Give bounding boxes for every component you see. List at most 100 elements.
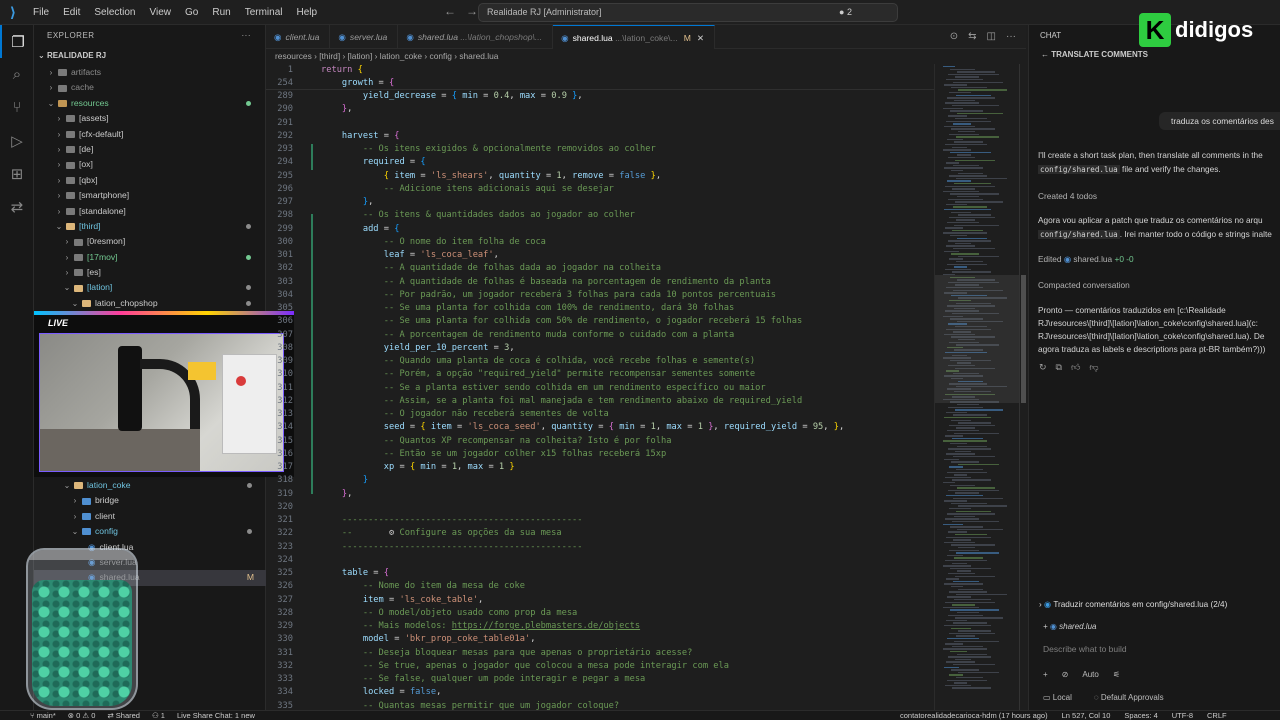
approvals-button[interactable]: ◌ Default Approvals xyxy=(1094,693,1164,702)
tree-item[interactable]: › artifacts xyxy=(34,65,265,80)
minimap[interactable] xyxy=(934,64,1026,710)
code-line[interactable]: -- Os itens & quantidades dados ao jogad… xyxy=(321,210,635,220)
close-icon[interactable]: ✕ xyxy=(697,33,704,43)
tree-item[interactable]: ⌄ lation_coke xyxy=(34,478,266,493)
menu-file[interactable]: File xyxy=(26,0,56,25)
menu-edit[interactable]: Edit xyxy=(56,0,87,25)
notification-badge[interactable]: ● 2 xyxy=(839,4,852,21)
tree-item[interactable]: ⌄ lation_chopshop xyxy=(34,296,265,311)
code-line[interactable]: xp = { min = 1, max = 1 } xyxy=(321,462,515,472)
tree-item[interactable]: › [standalone] xyxy=(34,204,265,219)
code-line[interactable]: { item = 'ls_shears', quantity = 1, remo… xyxy=(321,171,661,181)
code-line[interactable]: -- Quando uma planta de coca é colhida, … xyxy=(321,356,755,366)
forward-arrow-icon[interactable]: → xyxy=(466,4,478,18)
menu-selection[interactable]: Selection xyxy=(87,0,142,25)
code-line[interactable]: -- O nome do item folha de coca xyxy=(321,237,546,247)
tree-item[interactable]: › bridge xyxy=(34,493,266,508)
code-line[interactable]: }, xyxy=(321,489,352,499)
tree-item[interactable]: › [ox] xyxy=(34,157,265,172)
code-line[interactable]: yield_per_10_percent = 3, xyxy=(321,343,515,353)
code-line[interactable]: -- Quantos XP recompensar na colheita? I… xyxy=(321,436,672,446)
copy-icon[interactable]: ⧉ xyxy=(1056,362,1062,373)
todos-created[interactable]: Created 4 todos xyxy=(1038,190,1280,204)
more-icon[interactable]: ··· xyxy=(1006,25,1016,48)
edited-file-row[interactable]: Edited ◉ shared.lua +0 -0 xyxy=(1038,253,1280,267)
tree-item[interactable]: ⌄ [lation] xyxy=(34,280,265,295)
code-line[interactable]: add = { xyxy=(321,224,400,234)
code-line[interactable]: -- Então se um jogador colher x15 folhas… xyxy=(321,449,666,459)
menu-run[interactable]: Run xyxy=(205,0,237,25)
encoding[interactable]: UTF-8 xyxy=(1172,711,1193,720)
thumbs-up-icon[interactable]: 👍︎ xyxy=(1071,362,1080,373)
code-line[interactable]: table = { xyxy=(321,568,389,578)
code-line[interactable]: -- A porcentagem de rendimento muda conf… xyxy=(321,330,734,340)
remote-explorer-icon[interactable]: ⇄ xyxy=(0,190,34,223)
tree-item[interactable]: › [assets] xyxy=(34,111,265,126)
vertical-scrollbar[interactable] xyxy=(1019,64,1026,710)
code-line[interactable]: locked = false, xyxy=(321,687,441,697)
tree-item[interactable]: › [qbx] xyxy=(34,173,265,188)
code-line[interactable]: model = 'bkr_prop_coke_table01a', xyxy=(321,634,536,644)
code-line[interactable]: -- Mais modelos: https://forge.plebmaste… xyxy=(321,621,640,631)
tree-item[interactable]: › [cfx-default] xyxy=(34,127,265,142)
code-line[interactable]: -- ⚙ Configure as opções da sua mesa xyxy=(321,528,562,538)
command-center-search[interactable]: Realidade RJ [Administrator] ● 2 xyxy=(478,3,898,22)
code-line[interactable]: -- Deseja bloquear mesas para que apenas… xyxy=(321,648,693,658)
extensions-icon[interactable]: ⊞ xyxy=(0,157,34,190)
code-line[interactable]: required = { xyxy=(321,157,426,167)
shared-indicator[interactable]: ⇄ Shared xyxy=(107,711,140,720)
split-editor-icon[interactable]: ◫ xyxy=(987,25,996,48)
tree-item[interactable]: › cache xyxy=(34,80,265,95)
task-progress[interactable]: › ◉ Traduzir comentários em config/share… xyxy=(1039,599,1275,609)
tab-shared-lua-coke[interactable]: ◉ shared.lua ...\lation_coke\... M ✕ xyxy=(553,25,716,49)
run-debug-icon[interactable]: ▷ xyxy=(0,124,34,157)
tree-item[interactable]: › [es] xyxy=(34,265,265,280)
settings-icon[interactable]: ⚟ xyxy=(1113,670,1120,679)
source-control-icon[interactable]: ⑂ xyxy=(0,91,34,124)
code-line[interactable]: -- Porém, a opção "required_yield" permi… xyxy=(321,369,755,379)
tree-item[interactable]: › [de] xyxy=(34,142,265,157)
sticky-scroll[interactable]: 1 return {254 growth = { xyxy=(266,64,934,90)
tools-icon[interactable]: ⊘ xyxy=(1062,670,1069,679)
tab-server-lua[interactable]: ◉ server.lua xyxy=(330,25,399,49)
code-line[interactable]: -- Se uma planta for colhida com 100% de… xyxy=(321,303,734,313)
add-context-icon[interactable]: + xyxy=(1043,670,1048,679)
explorer-icon[interactable]: ❐ xyxy=(0,25,34,58)
pin-icon[interactable]: ⊙ xyxy=(950,25,958,48)
code-line[interactable]: -- Nome do item da mesa de coke xyxy=(321,581,525,591)
git-blame[interactable]: contatorealidadecarioca-hdm (17 hours ag… xyxy=(900,711,1048,720)
live-share-chat[interactable]: Live Share Chat: 1 new xyxy=(177,711,255,720)
tree-item[interactable]: ⌄ [third] xyxy=(34,219,265,234)
chat-input[interactable]: Describe what to build xyxy=(1043,644,1127,654)
thumbs-down-icon[interactable]: 👎︎ xyxy=(1089,362,1098,373)
code-line[interactable]: -- O model/objeto usado como prop da mes… xyxy=(321,608,577,618)
inline-code[interactable]: config/shared.lua xyxy=(1038,165,1120,174)
code-line[interactable]: -- Adicione itens adicionais aqui se des… xyxy=(321,184,614,194)
attached-file[interactable]: + ◉ shared.lua xyxy=(1043,622,1096,631)
tree-item[interactable]: ⌄ resources xyxy=(34,96,265,111)
menu-go[interactable]: Go xyxy=(178,0,205,25)
inline-code[interactable]: config/shared.lua xyxy=(1038,230,1120,239)
cursor-position[interactable]: Ln 527, Col 10 xyxy=(1062,711,1111,720)
code-line[interactable]: -- A quantidade de folhas é baseada na p… xyxy=(321,277,771,287)
code-line[interactable]: -- Se false, qualquer um pode interagir … xyxy=(321,674,645,684)
code-line[interactable]: item = 'ls_coke_table', xyxy=(321,595,483,605)
code-line[interactable]: } xyxy=(321,475,368,485)
line-endings[interactable]: CRLF xyxy=(1207,711,1227,720)
local-button[interactable]: ▭ Local xyxy=(1043,693,1072,702)
workspace-root[interactable]: ⌄ REALIDADE RJ xyxy=(34,47,265,65)
problems-indicator[interactable]: ⊗ 0 ⚠ 0 xyxy=(68,711,96,720)
menu-help[interactable]: Help xyxy=(290,0,325,25)
code-editor[interactable]: 289 yield_decrease = { min = 0.4, max = … xyxy=(266,64,934,710)
scrollbar-thumb[interactable] xyxy=(1021,275,1026,403)
code-line[interactable]: }, xyxy=(321,104,352,114)
code-line[interactable]: -- Os itens exigidos & opcionalmente rem… xyxy=(321,144,656,154)
code-line[interactable]: -- Por padrão, um jogador receberá 3 fol… xyxy=(321,290,776,300)
code-line[interactable]: -- Se uma planta for colhida com 50% de … xyxy=(321,316,802,326)
code-line[interactable]: growth = { xyxy=(321,78,394,88)
code-line[interactable]: -- Assim, se a planta foi mal manejada e… xyxy=(321,396,802,406)
code-line[interactable]: harvest = { xyxy=(321,131,400,141)
tree-item[interactable]: › [0resmon] xyxy=(34,234,265,249)
retry-icon[interactable]: ↻ xyxy=(1039,362,1047,373)
code-line[interactable]: ----------------------------------------… xyxy=(321,515,583,525)
